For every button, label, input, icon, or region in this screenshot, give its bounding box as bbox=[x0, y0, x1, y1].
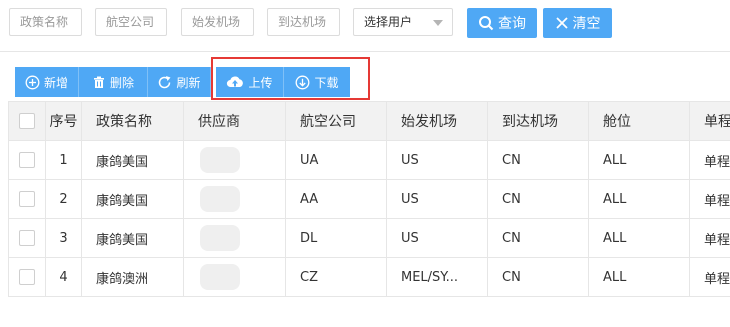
row-destination-airport: CN bbox=[487, 179, 589, 219]
row-checkbox[interactable] bbox=[19, 230, 35, 246]
row-checkbox-cell[interactable] bbox=[8, 218, 46, 258]
row-destination-airport: CN bbox=[487, 218, 589, 258]
row-policy-name: 康鸽澳洲 bbox=[81, 257, 184, 297]
row-trip-type: 单程 bbox=[689, 140, 730, 180]
redacted-supplier bbox=[200, 147, 240, 173]
refresh-button[interactable]: 刷新 bbox=[148, 67, 211, 97]
policy-name-placeholder: 政策名称 bbox=[20, 15, 69, 29]
row-checkbox-cell[interactable] bbox=[8, 140, 46, 180]
row-cabin: ALL bbox=[588, 257, 690, 297]
search-button[interactable]: 查询 bbox=[467, 8, 537, 38]
row-trip-type: 单程 bbox=[689, 179, 730, 219]
row-index: 1 bbox=[45, 140, 82, 180]
redacted-supplier bbox=[200, 186, 240, 212]
select-all-checkbox[interactable] bbox=[19, 113, 35, 129]
delete-button[interactable]: 删除 bbox=[79, 67, 148, 97]
table-header-row: 序号 政策名称 供应商 航空公司 始发机场 到达机场 舱位 单程 bbox=[8, 101, 730, 141]
row-origin-airport: US bbox=[386, 218, 488, 258]
row-airline: AA bbox=[285, 179, 387, 219]
redacted-supplier bbox=[200, 225, 240, 251]
origin-airport-placeholder: 始发机场 bbox=[192, 15, 241, 29]
policy-name-input[interactable]: 政策名称 bbox=[9, 8, 82, 36]
row-cabin: ALL bbox=[588, 140, 690, 180]
delete-button-label: 删除 bbox=[109, 75, 134, 90]
column-header-index: 序号 bbox=[45, 101, 82, 141]
row-trip-type: 单程 bbox=[689, 257, 730, 297]
add-button-label: 新增 bbox=[43, 75, 68, 90]
user-select-value: 选择用户 bbox=[364, 15, 413, 29]
row-supplier bbox=[183, 140, 286, 180]
search-icon bbox=[478, 15, 494, 31]
highlight-annotation-box bbox=[211, 57, 370, 100]
row-airline: UA bbox=[285, 140, 387, 180]
row-origin-airport: US bbox=[386, 140, 488, 180]
row-airline: CZ bbox=[285, 257, 387, 297]
destination-airport-placeholder: 到达机场 bbox=[278, 15, 327, 29]
row-cabin: ALL bbox=[588, 179, 690, 219]
row-index: 3 bbox=[45, 218, 82, 258]
row-airline: DL bbox=[285, 218, 387, 258]
row-supplier bbox=[183, 179, 286, 219]
row-policy-name: 康鸽美国 bbox=[81, 218, 184, 258]
trash-icon bbox=[92, 75, 106, 89]
row-checkbox-cell[interactable] bbox=[8, 179, 46, 219]
table-row[interactable]: 2 康鸽美国 AA US CN ALL 单程 bbox=[8, 179, 730, 219]
origin-airport-input[interactable]: 始发机场 bbox=[181, 8, 254, 36]
column-header-policy-name: 政策名称 bbox=[81, 101, 184, 141]
column-header-airline: 航空公司 bbox=[285, 101, 387, 141]
column-header-origin-airport: 始发机场 bbox=[386, 101, 488, 141]
row-policy-name: 康鸽美国 bbox=[81, 140, 184, 180]
chevron-down-icon bbox=[433, 20, 443, 26]
row-index: 4 bbox=[45, 257, 82, 297]
redacted-supplier bbox=[200, 264, 240, 290]
row-checkbox-cell[interactable] bbox=[8, 257, 46, 297]
row-destination-airport: CN bbox=[487, 140, 589, 180]
search-button-label: 查询 bbox=[498, 16, 526, 32]
airline-input[interactable]: 航空公司 bbox=[95, 8, 167, 36]
refresh-icon bbox=[157, 75, 172, 90]
divider bbox=[0, 51, 730, 52]
add-button[interactable]: 新增 bbox=[15, 67, 79, 97]
user-select[interactable]: 选择用户 bbox=[353, 8, 453, 36]
row-trip-type: 单程 bbox=[689, 218, 730, 258]
row-cabin: ALL bbox=[588, 218, 690, 258]
row-supplier bbox=[183, 257, 286, 297]
clear-button-label: 清空 bbox=[572, 16, 601, 32]
row-origin-airport: US bbox=[386, 179, 488, 219]
destination-airport-input[interactable]: 到达机场 bbox=[267, 8, 340, 36]
close-icon bbox=[555, 16, 569, 30]
clear-button[interactable]: 清空 bbox=[543, 8, 612, 38]
table-row[interactable]: 4 康鸽澳洲 CZ MEL/SY... CN ALL 单程 bbox=[8, 257, 730, 297]
select-all-cell[interactable] bbox=[8, 101, 46, 141]
column-header-destination-airport: 到达机场 bbox=[487, 101, 589, 141]
row-checkbox[interactable] bbox=[19, 269, 35, 285]
row-destination-airport: CN bbox=[487, 257, 589, 297]
row-checkbox[interactable] bbox=[19, 152, 35, 168]
refresh-button-label: 刷新 bbox=[176, 75, 201, 90]
column-header-supplier: 供应商 bbox=[183, 101, 286, 141]
airline-placeholder: 航空公司 bbox=[106, 15, 155, 29]
row-origin-airport: MEL/SY... bbox=[386, 257, 488, 297]
row-policy-name: 康鸽美国 bbox=[81, 179, 184, 219]
row-checkbox[interactable] bbox=[19, 191, 35, 207]
column-header-cabin: 舱位 bbox=[588, 101, 690, 141]
policy-table: 序号 政策名称 供应商 航空公司 始发机场 到达机场 舱位 单程 1 康鸽美国 … bbox=[8, 101, 730, 297]
table-row[interactable]: 1 康鸽美国 UA US CN ALL 单程 bbox=[8, 140, 730, 180]
table-row[interactable]: 3 康鸽美国 DL US CN ALL 单程 bbox=[8, 218, 730, 258]
row-supplier bbox=[183, 218, 286, 258]
plus-circle-icon bbox=[25, 75, 40, 90]
column-header-trip-type: 单程 bbox=[689, 101, 730, 141]
row-index: 2 bbox=[45, 179, 82, 219]
